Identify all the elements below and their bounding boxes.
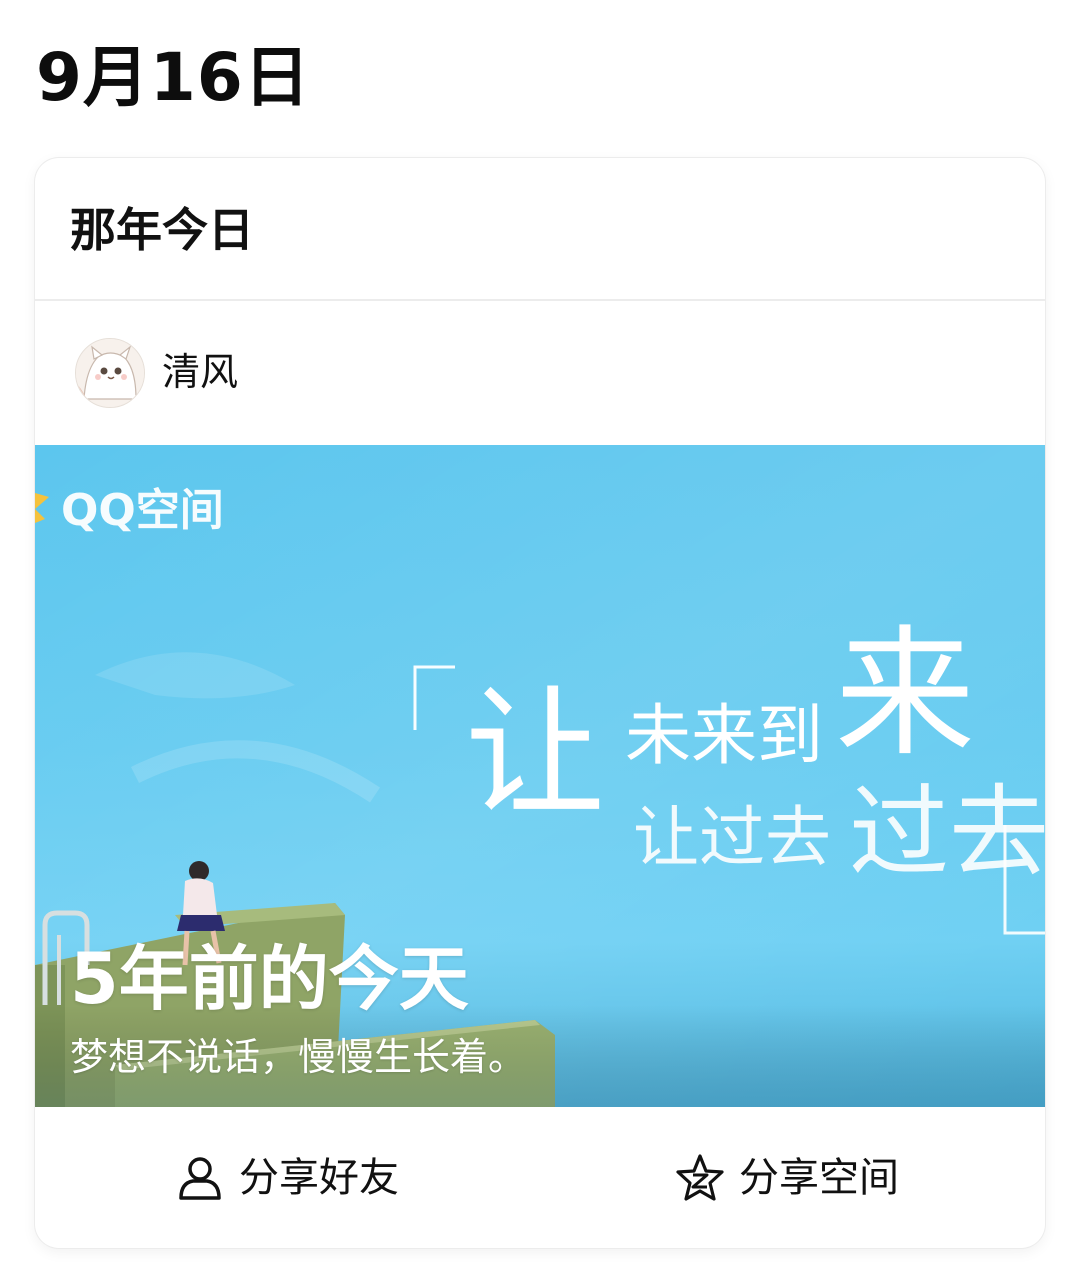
card-header: 那年今日 [35,158,1045,301]
tagline-line2-a: 让过去 [633,799,831,876]
share-qzone-label: 分享空间 [739,1154,899,1201]
memory-text: 梦想不说话，慢慢生长着。 [70,1035,527,1079]
author-name[interactable]: 清风 [162,347,238,397]
share-actions: 分享好友 分享空间 [35,1107,1045,1248]
tagline-mid: 未来到 [625,697,823,774]
share-qzone-button[interactable]: 分享空间 [675,1107,899,1248]
memory-banner[interactable]: QQ空间 让 未来到 来 让过去 过去 5年前的今天 梦想不说话，慢慢生长着。 [35,445,1045,1107]
brand-name: QQ空间 [61,485,224,536]
tagline-big-char: 让 [465,673,606,836]
qzone-star-icon [35,493,49,523]
card-title: 那年今日 [70,203,254,257]
person-icon [175,1153,225,1203]
share-friends-button[interactable]: 分享好友 [175,1107,399,1248]
tagline-line2-b: 过去 [849,774,1045,891]
author-row[interactable]: 清风 [35,301,1045,445]
memory-card[interactable]: 那年今日 清风 QQ空间 让 未来到 来 让过去 过去 5年前的今天 梦想不说话… [35,158,1045,1248]
share-friends-label: 分享好友 [239,1154,399,1201]
avatar[interactable] [75,338,145,408]
years-ago-label: 5年前的今天 [70,938,469,1020]
star-z-icon [675,1153,725,1203]
date-title: 9月16日 [36,39,311,116]
tagline-big-char-2: 来 [835,613,976,776]
